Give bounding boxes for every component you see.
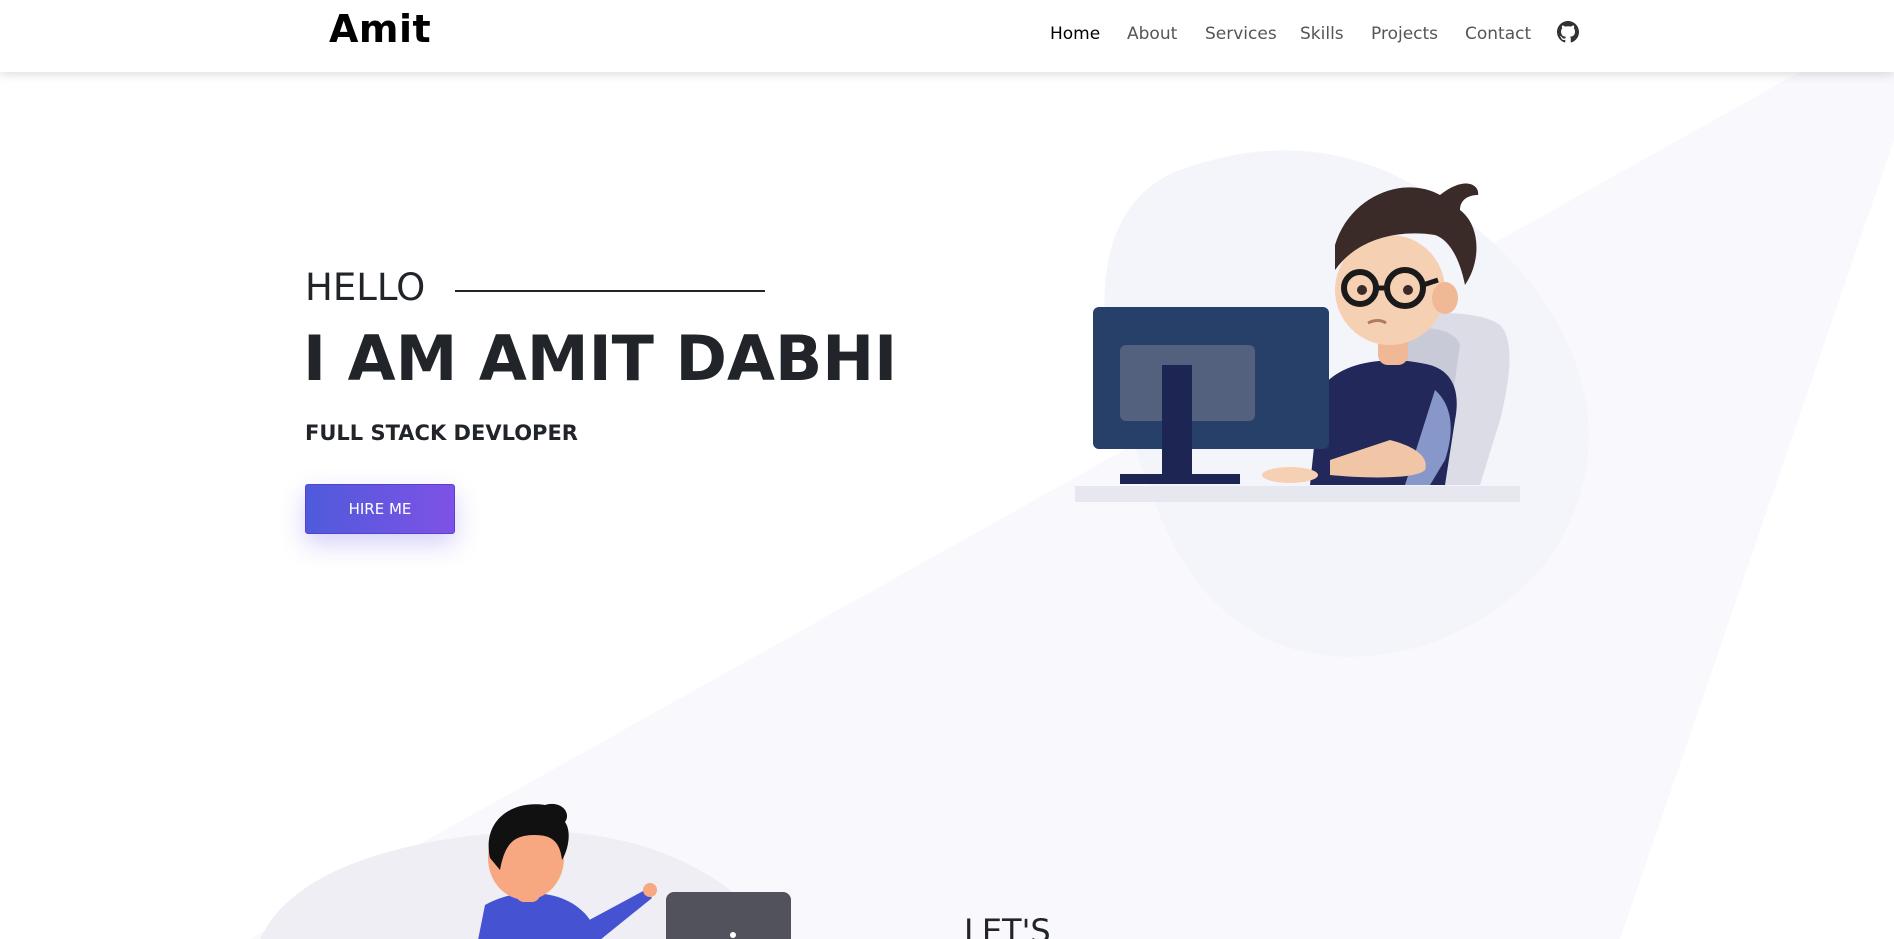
nav-link-projects[interactable]: Projects [1371,24,1438,44]
nav-link-skills[interactable]: Skills [1300,24,1344,44]
hero-subtitle: FULL STACK DEVLOPER [305,421,578,445]
greeting-divider [455,290,765,292]
next-section-heading: LET'S [964,912,1051,939]
nav-link-about[interactable]: About [1127,24,1177,44]
github-icon[interactable] [1557,21,1579,43]
developer-illustration [1075,150,1589,657]
waving-person-illustration [260,803,791,939]
nav-link-home[interactable]: Home [1050,24,1100,44]
nav-link-services[interactable]: Services [1205,24,1277,44]
hire-me-button[interactable]: HIRE ME [305,484,455,534]
monitor-stand [1162,365,1192,478]
navbar: Amit Home About Services Skills Projects… [0,0,1894,72]
hero-title: I AM AMIT DABHI [303,322,898,395]
brand-logo[interactable]: Amit [329,7,431,51]
desk [1075,486,1520,502]
hire-me-label: HIRE ME [348,500,412,518]
nav-link-contact[interactable]: Contact [1465,24,1531,44]
greeting-text: HELLO [305,266,426,309]
